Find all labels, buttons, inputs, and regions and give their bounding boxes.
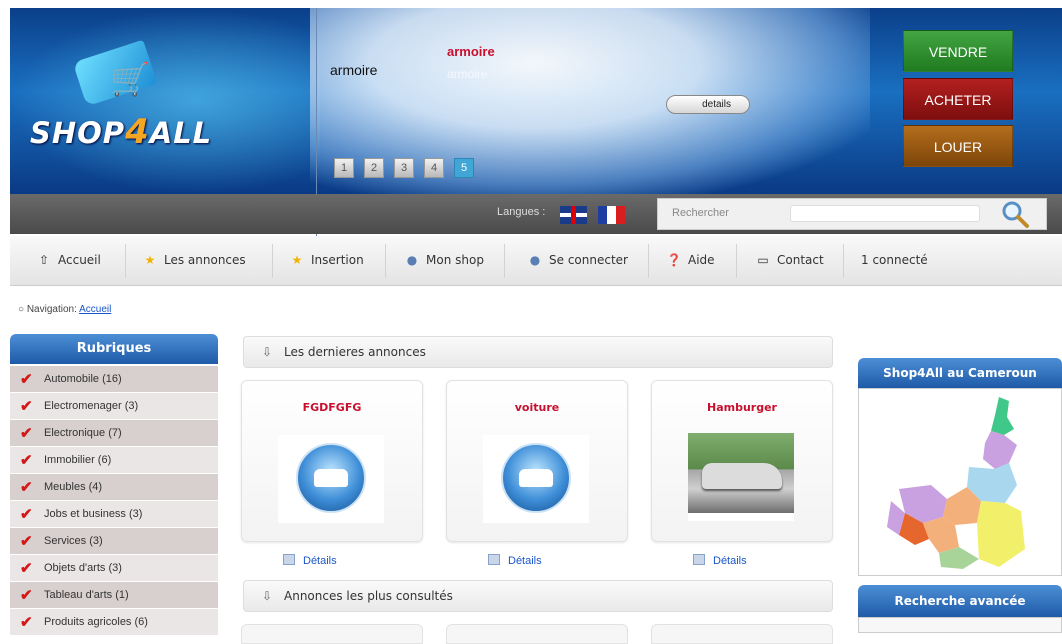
latest-ads-header: ⇩ Les dernieres annonces [243, 336, 833, 368]
ad-card[interactable] [446, 624, 628, 644]
nav-separator [272, 244, 273, 278]
search-input[interactable] [790, 205, 980, 222]
ad-title[interactable]: Hamburger [652, 401, 832, 414]
download-icon: ⇩ [262, 589, 273, 603]
sell-button[interactable]: VENDRE [903, 30, 1013, 72]
category-item[interactable]: ✔ Objets d'arts (3) [10, 555, 218, 582]
nav-contact[interactable]: ▭ Contact [755, 253, 823, 267]
details-link[interactable]: Détails [693, 554, 747, 567]
logo-text: SHOP4ALL [30, 112, 213, 152]
ad-card[interactable]: Hamburger [651, 380, 833, 542]
star-icon: ★ [291, 253, 303, 267]
nav-separator [385, 244, 386, 278]
shop4all-logo[interactable]: 🛒 SHOP4ALL [30, 39, 260, 160]
fr-flag-icon[interactable] [598, 206, 625, 224]
cameroon-map[interactable] [859, 389, 1062, 577]
checkmark-icon: ✔ [20, 452, 33, 469]
nav-separator [125, 244, 126, 278]
details-link[interactable]: Détails [283, 554, 337, 567]
ad-image[interactable] [483, 435, 589, 523]
checkmark-icon: ✔ [20, 479, 33, 496]
category-item[interactable]: ✔ Services (3) [10, 528, 218, 555]
star-icon: ★ [144, 253, 156, 267]
cart-icon: 🛒 [110, 60, 150, 98]
home-icon: ⇧ [38, 253, 50, 267]
page-button-1[interactable]: 1 [334, 158, 354, 178]
language-label: Langues : [497, 206, 546, 218]
car-photo [688, 433, 794, 513]
checkmark-icon: ✔ [20, 371, 33, 388]
details-icon [693, 554, 705, 565]
help-icon: ❓ [666, 253, 682, 267]
breadcrumb: ○ Navigation: Accueil [18, 304, 112, 315]
category-item[interactable]: ✔ Automobile (16) [10, 366, 218, 393]
checkmark-icon: ✔ [20, 506, 33, 523]
connected-count: 1 connecté [861, 253, 928, 267]
slide-subtitle: armoire [447, 67, 488, 81]
category-item[interactable]: ✔ Electronique (7) [10, 420, 218, 447]
car-icon [501, 443, 571, 513]
search-label: Rechercher [672, 207, 729, 219]
nav-separator [648, 244, 649, 278]
advanced-search-header: Recherche avancée [858, 585, 1062, 617]
category-item[interactable]: ✔ Tableau d'arts (1) [10, 582, 218, 609]
ad-card[interactable]: FGDFGFG [241, 380, 423, 542]
rent-button[interactable]: LOUER [903, 125, 1013, 167]
nav-insertion[interactable]: ★ Insertion [289, 253, 364, 267]
details-icon [283, 554, 295, 565]
ad-card[interactable] [651, 624, 833, 644]
buy-button[interactable]: ACHETER [903, 78, 1013, 120]
uk-flag-icon[interactable] [560, 206, 587, 224]
checkmark-icon: ✔ [20, 398, 33, 415]
search-icon[interactable] [1000, 199, 1030, 229]
category-item[interactable]: ✔ Meubles (4) [10, 474, 218, 501]
category-item[interactable]: ✔ Electromenager (3) [10, 393, 218, 420]
contact-card-icon: ▭ [757, 253, 769, 267]
nav-se-connecter[interactable]: ● Se connecter [527, 253, 628, 267]
category-item[interactable]: ✔ Immobilier (6) [10, 447, 218, 474]
page-button-4[interactable]: 4 [424, 158, 444, 178]
category-item[interactable]: ✔ Produits agricoles (6) [10, 609, 218, 636]
car-icon [296, 443, 366, 513]
nav-mon-shop[interactable]: ● Mon shop [404, 253, 484, 267]
checkmark-icon: ✔ [20, 425, 33, 442]
nav-separator [504, 244, 505, 278]
user-icon: ● [529, 253, 541, 267]
nav-separator [843, 244, 844, 278]
checkmark-icon: ✔ [20, 587, 33, 604]
category-item[interactable]: ✔ Jobs et business (3) [10, 501, 218, 528]
cameroon-map-header: Shop4All au Cameroun [858, 358, 1062, 388]
page-button-5[interactable]: 5 [454, 158, 474, 178]
details-link[interactable]: Détails [488, 554, 542, 567]
rubriques-header: Rubriques [10, 334, 218, 364]
details-button[interactable]: details [666, 95, 750, 114]
slide-heading[interactable]: armoire [447, 44, 495, 59]
ad-title[interactable]: FGDFGFG [242, 401, 422, 414]
details-icon [488, 554, 500, 565]
nav-annonces[interactable]: ★ Les annonces [142, 253, 246, 267]
page-button-3[interactable]: 3 [394, 158, 414, 178]
breadcrumb-home-link[interactable]: Accueil [79, 304, 111, 315]
user-icon: ● [406, 253, 418, 267]
nav-aide[interactable]: ❓ Aide [666, 253, 715, 267]
ad-image[interactable] [278, 435, 384, 523]
rubriques-list: ✔ Automobile (16) ✔ Electromenager (3) ✔ El… [10, 366, 218, 636]
checkmark-icon: ✔ [20, 614, 33, 631]
ad-card[interactable]: voiture [446, 380, 628, 542]
ad-title[interactable]: voiture [447, 401, 627, 414]
checkmark-icon: ✔ [20, 560, 33, 577]
nav-accueil[interactable]: ⇧ Accueil [36, 253, 101, 267]
checkmark-icon: ✔ [20, 533, 33, 550]
popular-ads-header: ⇩ Annonces les plus consultés [243, 580, 833, 612]
advanced-search-panel [858, 617, 1062, 633]
download-icon: ⇩ [262, 345, 273, 359]
cameroon-map-panel [858, 388, 1062, 576]
nav-separator [736, 244, 737, 278]
slide-title: armoire [330, 62, 378, 78]
ad-card[interactable] [241, 624, 423, 644]
page-button-2[interactable]: 2 [364, 158, 384, 178]
ad-image[interactable] [688, 433, 794, 521]
